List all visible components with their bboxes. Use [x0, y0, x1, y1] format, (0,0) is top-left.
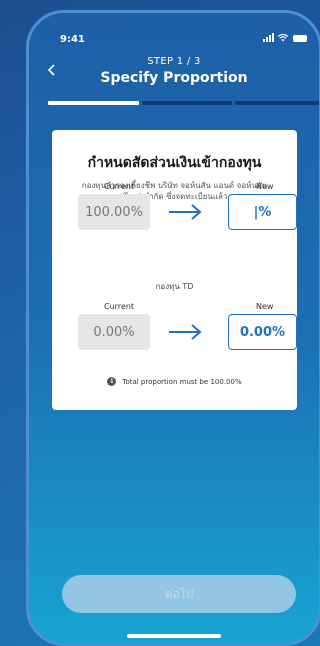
info-icon: i — [107, 377, 117, 386]
fund2-current-label: Current — [104, 302, 135, 311]
fund2-new-label: New — [256, 302, 274, 311]
back-button[interactable] — [47, 64, 56, 80]
step-progress-bar — [48, 101, 319, 105]
proportion-notice: i Total proportion must be 100.00% — [52, 377, 297, 386]
notice-text: Total proportion must be 100.00% — [122, 377, 242, 386]
proportion-card: กำหนดสัดส่วนเงินเข้ากองทุน กองทุนสำรองเล… — [52, 130, 297, 410]
fund2-name: กองทุน TD — [155, 282, 194, 291]
header: STEP 1 / 3 Specify Proportion — [29, 51, 319, 86]
fund2-new-input[interactable]: 0.00% — [228, 314, 297, 350]
arrow-right-icon — [169, 204, 202, 220]
home-indicator — [127, 634, 221, 638]
status-bar: 9:41 — [29, 13, 319, 51]
progress-segment-2 — [141, 101, 233, 105]
card-title: กำหนดสัดส่วนเงินเข้ากองทุน — [87, 155, 262, 171]
fund2-current-value: 0.00% — [78, 314, 150, 350]
progress-segment-3 — [235, 101, 319, 105]
fund1-new-label: New — [256, 182, 274, 191]
fund1-current-value: 100.00% — [78, 194, 150, 230]
progress-segment-1 — [48, 101, 139, 105]
signal-icon — [263, 33, 274, 42]
step-indicator: STEP 1 / 3 — [147, 56, 201, 67]
fund1-current-label: Current — [104, 182, 135, 191]
battery-icon — [293, 35, 307, 42]
wifi-icon — [278, 33, 288, 42]
phone-screen: 9:41 STEP 1 / 3 Specify Proportion กำหนด… — [26, 10, 320, 646]
status-time: 9:41 — [60, 34, 85, 45]
fund1-new-input[interactable]: |% — [228, 194, 297, 230]
chevron-left-icon — [47, 64, 55, 76]
system-icons — [263, 33, 307, 42]
next-button[interactable]: ต่อไป — [62, 575, 296, 613]
page-title: Specify Proportion — [100, 70, 248, 86]
arrow-right-icon — [169, 324, 202, 340]
